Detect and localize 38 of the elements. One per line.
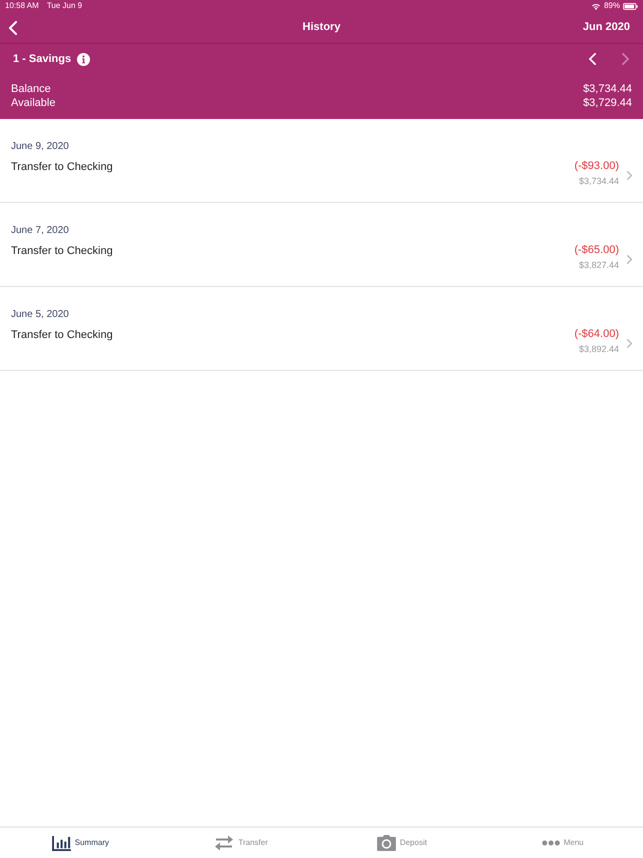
transaction-row[interactable]: Transfer to Checking (-$93.00) $3,734.44: [0, 153, 643, 202]
running-balance: $3,892.44: [578, 342, 619, 356]
info-icon[interactable]: [77, 52, 90, 66]
transaction-amount: (-$65.00): [574, 243, 619, 258]
battery-icon: [623, 2, 638, 10]
transaction-description: Transfer to Checking: [11, 244, 113, 259]
chevron-right-icon: [627, 171, 632, 180]
transaction-description: Transfer to Checking: [11, 160, 113, 175]
battery-percent: 89%: [604, 0, 620, 12]
account-name: 1 - Savings: [13, 52, 72, 67]
swap-arrows-icon: [214, 835, 234, 851]
tab-item[interactable]: Summary: [0, 828, 161, 858]
transaction-amount: (-$93.00): [574, 159, 619, 174]
transaction-row[interactable]: Transfer to Checking (-$65.00) $3,827.44: [0, 237, 643, 286]
summary-value: $3,729.44: [583, 96, 632, 110]
status-time: 10:58 AM: [5, 0, 39, 12]
wifi-icon: [590, 2, 601, 10]
running-balance: $3,734.44: [578, 174, 619, 188]
camera-icon: [376, 835, 396, 851]
chevron-right-icon: [627, 339, 632, 348]
period-button[interactable]: Jun 2020: [582, 19, 634, 36]
nav-title: History: [302, 20, 340, 36]
running-balance: $3,827.44: [578, 258, 619, 272]
transaction-description: Transfer to Checking: [11, 328, 113, 343]
bar-chart-icon: [52, 836, 71, 850]
back-icon[interactable]: [9, 20, 17, 34]
summary-label: Balance: [11, 82, 51, 96]
chevron-right-icon: [627, 255, 632, 264]
summary-label: Available: [11, 96, 56, 110]
date-header: June 9, 2020: [11, 141, 69, 152]
date-header: June 5, 2020: [11, 309, 69, 320]
status-date: Tue Jun 9: [46, 0, 82, 12]
more-dots-icon: [542, 840, 560, 846]
transaction-row[interactable]: Transfer to Checking (-$64.00) $3,892.44: [0, 321, 643, 370]
transaction-amount: (-$64.00): [574, 327, 619, 342]
date-header: June 7, 2020: [11, 225, 69, 236]
previous-icon[interactable]: [589, 53, 596, 65]
summary-value: $3,734.44: [583, 82, 632, 96]
